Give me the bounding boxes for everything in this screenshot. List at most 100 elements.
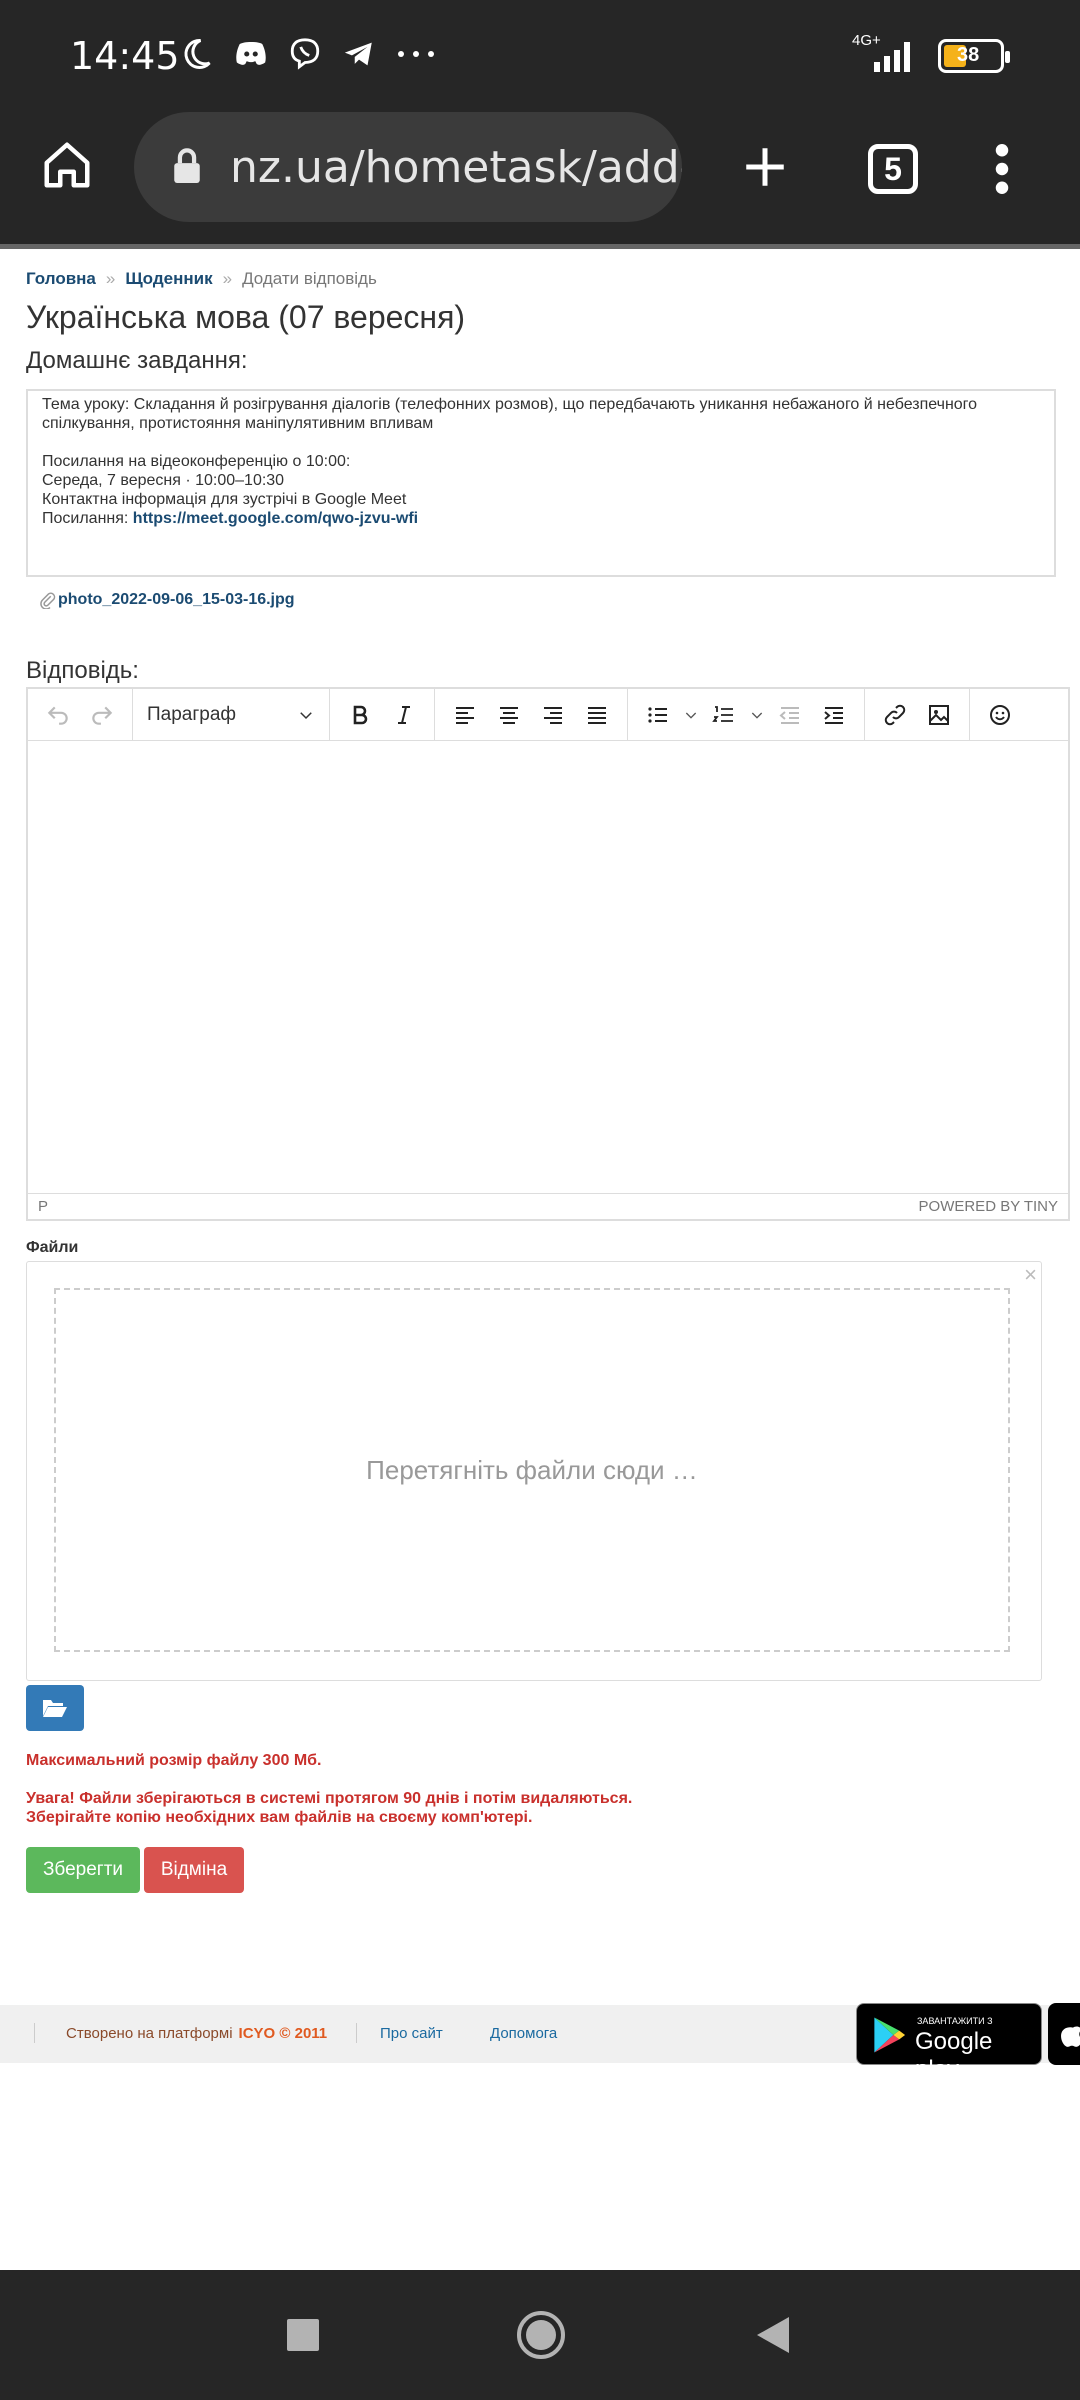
redo-button[interactable]: [80, 695, 124, 735]
max-size-note: Максимальний розмір файлу 300 Мб.: [26, 1752, 322, 1769]
undo-icon: [47, 706, 68, 725]
breadcrumb: Головна» Щоденник» Додати відповідь: [26, 269, 377, 288]
footer-brand[interactable]: ICYO © 2011: [239, 2025, 328, 2042]
bullet-list-icon: [648, 706, 667, 723]
status-bar: 14:45 4G+ 38: [0, 0, 1080, 118]
bold-icon: [353, 705, 368, 724]
homework-label: Домашнє завдання:: [26, 347, 248, 374]
align-right-button[interactable]: [531, 695, 575, 735]
moon-icon: [184, 38, 211, 69]
close-icon[interactable]: ×: [1024, 1262, 1037, 1288]
chevron-down-icon: [685, 712, 697, 719]
discord-icon: [236, 41, 266, 65]
align-justify-icon: [588, 706, 606, 724]
emoji-button[interactable]: [978, 695, 1022, 735]
url-text: nz.ua/hometask/add-a: [230, 142, 682, 193]
homework-date: Середа, 7 вересня · 10:00–10:30: [42, 472, 285, 489]
numbered-list-button[interactable]: [702, 695, 746, 735]
app-store-badge[interactable]: [1048, 2003, 1080, 2065]
folder-open-icon: [43, 1700, 67, 1717]
home-icon[interactable]: [40, 138, 94, 192]
editor-statusbar: P POWERED BY TINY: [28, 1193, 1068, 1219]
rich-text-editor: Параграф P POWERED BY TINY: [26, 687, 1070, 1221]
paperclip-icon: [40, 592, 56, 609]
files-label: Файли: [26, 1239, 79, 1256]
element-path[interactable]: P: [38, 1198, 48, 1215]
lock-icon: [174, 148, 200, 183]
attachment-link[interactable]: photo_2022-09-06_15-03-16.jpg: [38, 591, 295, 609]
breadcrumb-current: Додати відповідь: [242, 269, 377, 288]
menu-icon[interactable]: [990, 144, 1014, 194]
link-icon: [884, 704, 906, 725]
italic-button[interactable]: [382, 695, 426, 735]
align-justify-button[interactable]: [575, 695, 619, 735]
align-center-icon: [500, 706, 518, 724]
save-button[interactable]: Зберегти: [26, 1847, 140, 1893]
meet-link[interactable]: https://meet.google.com/qwo-jzvu-wfi: [133, 510, 418, 527]
chevron-down-icon: [300, 711, 312, 719]
google-play-badge[interactable]: ЗАВАНТАЖИТИ З Google play: [856, 2003, 1042, 2083]
back-icon[interactable]: [756, 2316, 790, 2354]
bullet-list-button[interactable]: [636, 695, 680, 735]
new-tab-icon[interactable]: [740, 142, 790, 192]
viber-icon: [290, 38, 320, 70]
undo-button[interactable]: [36, 695, 80, 735]
battery-icon: 38: [938, 39, 1010, 73]
address-bar[interactable]: nz.ua/hometask/add-a: [134, 112, 682, 222]
tab-count-button[interactable]: 5: [868, 144, 918, 194]
retention-warning: Увага! Файли зберігаються в системі прот…: [26, 1790, 633, 1807]
file-dropzone[interactable]: × Перетягніть файли сюди …: [26, 1261, 1042, 1681]
bullet-list-dropdown[interactable]: [680, 695, 702, 735]
browse-files-button[interactable]: [26, 1685, 84, 1731]
telegram-icon: [344, 42, 372, 66]
page-content: Головна» Щоденник» Додати відповідь Україн…: [0, 244, 1080, 2240]
drop-area[interactable]: Перетягніть файли сюди …: [54, 1288, 1010, 1652]
more-dots-icon: [398, 51, 434, 57]
redo-icon: [92, 706, 113, 725]
breadcrumb-home[interactable]: Головна: [26, 269, 96, 288]
recent-apps-icon[interactable]: [286, 2318, 320, 2352]
homework-link-intro: Посилання на відеоконференцію о 10:00:: [42, 453, 351, 470]
google-play-icon: [874, 2017, 906, 2053]
outdent-button[interactable]: [768, 695, 812, 735]
align-left-button[interactable]: [443, 695, 487, 735]
page-title: Українська мова (07 вересня): [26, 299, 466, 335]
editor-text-area[interactable]: [28, 742, 1068, 1194]
cancel-button[interactable]: Відміна: [144, 1847, 244, 1893]
homework-meet-info: Контактна інформація для зустрічі в Goog…: [42, 491, 407, 508]
italic-icon: [398, 705, 410, 724]
answer-label: Відповідь:: [26, 657, 139, 684]
format-select[interactable]: Параграф: [141, 704, 321, 726]
indent-icon: [824, 706, 843, 724]
drop-hint: Перетягніть файли сюди …: [366, 1454, 698, 1485]
help-link[interactable]: Допомога: [490, 2025, 557, 2042]
indent-button[interactable]: [812, 695, 856, 735]
align-left-icon: [456, 706, 474, 724]
align-center-button[interactable]: [487, 695, 531, 735]
homework-link-label: Посилання:: [42, 510, 133, 527]
homework-topic: Тема уроку: Складання й розігрування діа…: [42, 396, 978, 432]
insert-image-button[interactable]: [917, 695, 961, 735]
navigation-bar: [0, 2270, 1080, 2400]
footer-credit: Створено на платформі ICYO © 2011: [66, 2025, 328, 2042]
image-icon: [929, 704, 949, 725]
align-right-icon: [544, 706, 562, 724]
chevron-down-icon: [751, 712, 763, 719]
browser-toolbar: nz.ua/hometask/add-a 5: [0, 110, 1080, 244]
apple-icon: [1061, 2026, 1080, 2047]
outdent-icon: [779, 706, 799, 724]
about-link[interactable]: Про сайт: [380, 2025, 443, 2042]
bold-button[interactable]: [338, 695, 382, 735]
home-nav-icon[interactable]: [516, 2310, 566, 2360]
smiley-icon: [990, 704, 1010, 725]
signal-icon: 4G+: [852, 32, 922, 76]
powered-by-tiny[interactable]: POWERED BY TINY: [919, 1198, 1058, 1215]
backup-warning: Зберігайте копію необхідних вам файлів н…: [26, 1809, 533, 1826]
numbered-list-icon: [712, 705, 733, 722]
breadcrumb-diary[interactable]: Щоденник: [125, 269, 212, 288]
insert-link-button[interactable]: [873, 695, 917, 735]
homework-box: Тема уроку: Складання й розігрування діа…: [26, 389, 1056, 577]
status-time: 14:45: [70, 34, 180, 78]
numbered-list-dropdown[interactable]: [746, 695, 768, 735]
editor-toolbar: Параграф: [28, 688, 1068, 741]
